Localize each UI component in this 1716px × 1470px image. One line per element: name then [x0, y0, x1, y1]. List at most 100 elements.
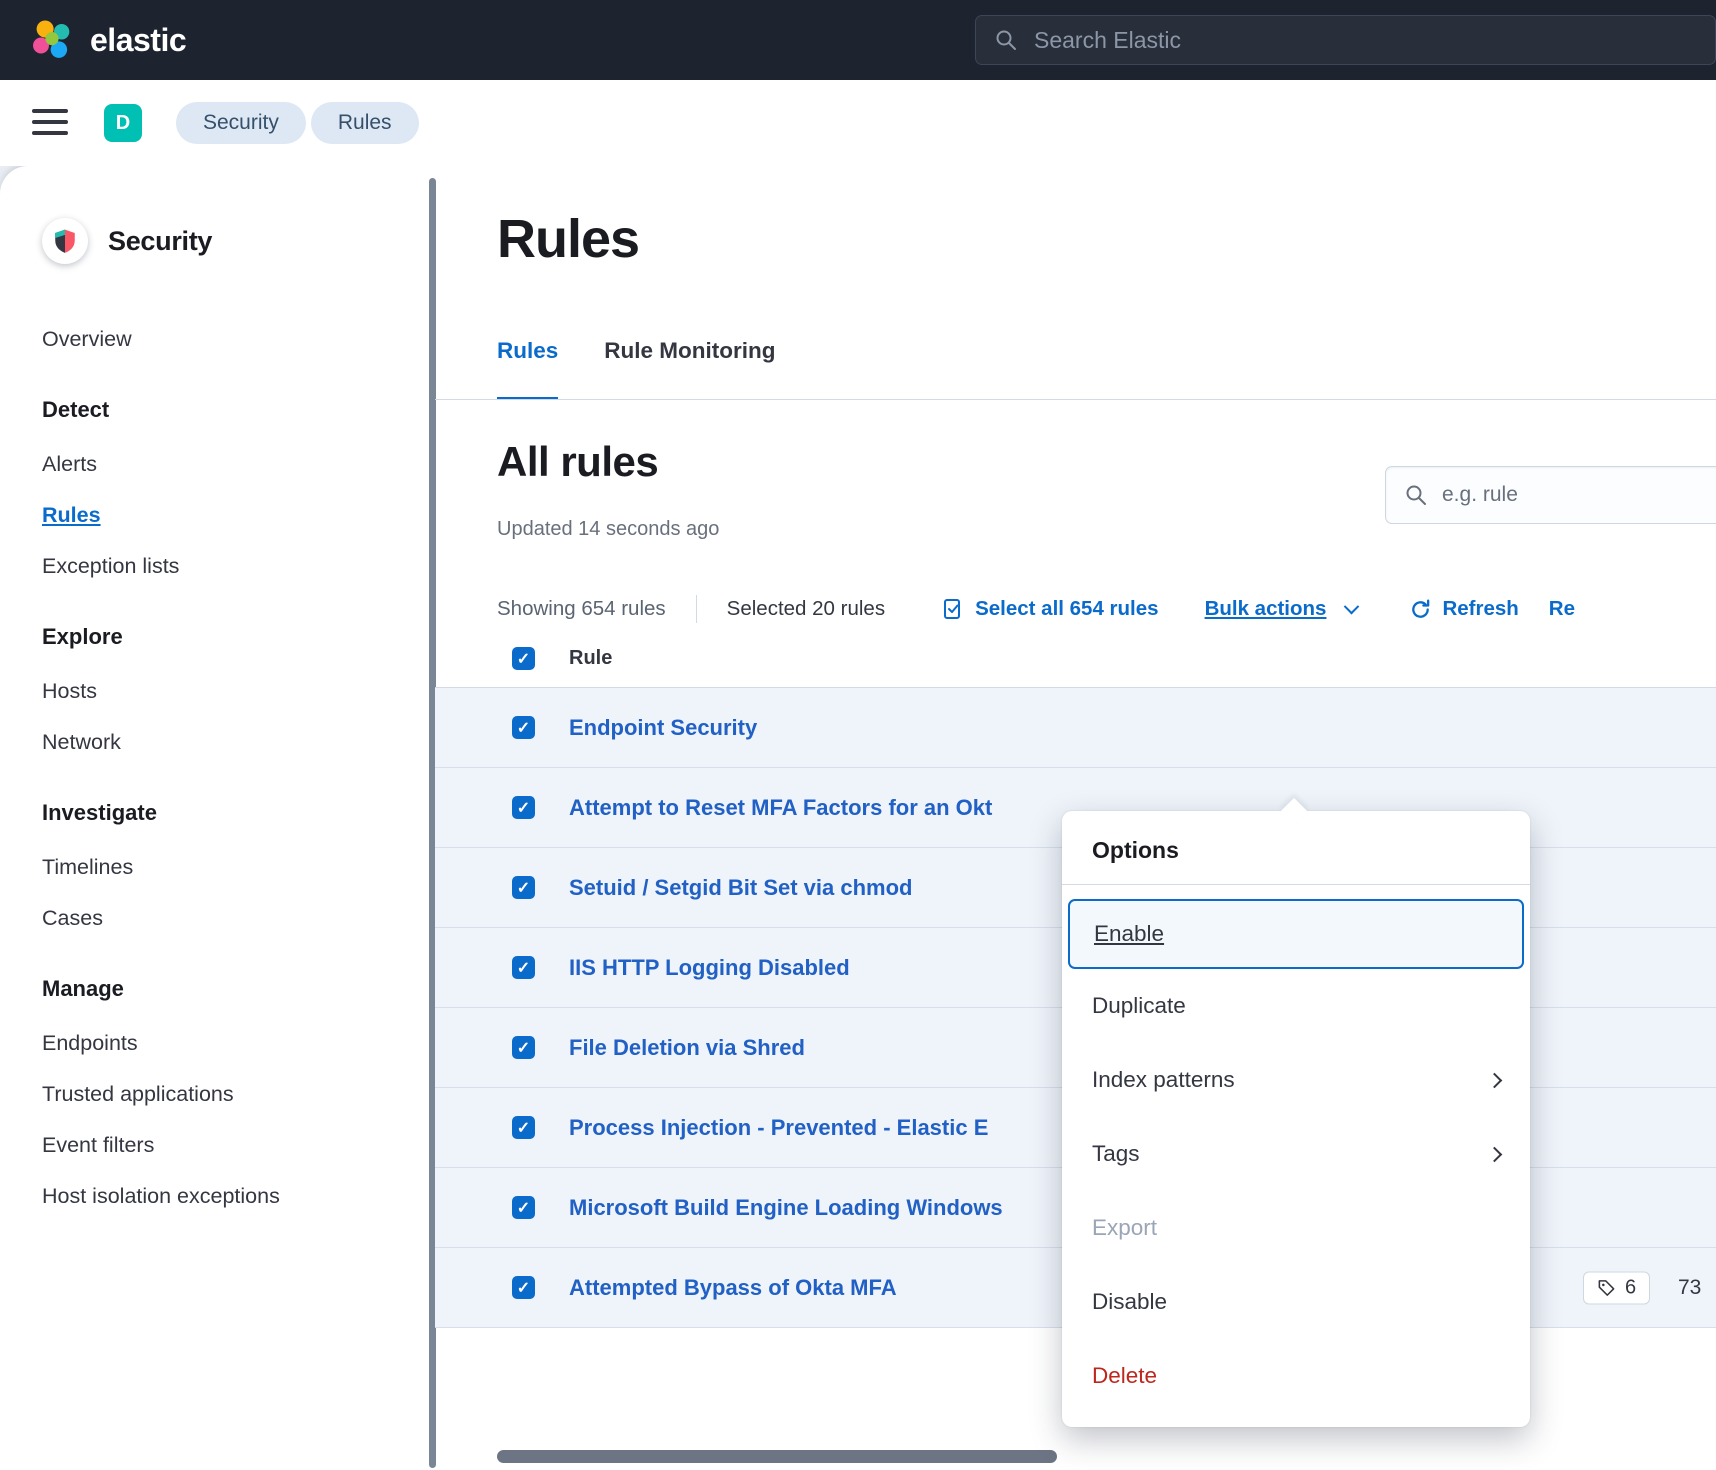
global-search[interactable] — [975, 15, 1716, 65]
rule-link[interactable]: Process Injection - Prevented - Elastic … — [569, 1115, 988, 1141]
elastic-logo-icon — [30, 18, 74, 62]
sidebar-heading-investigate: Investigate — [42, 799, 435, 827]
sidebar-header: Security — [42, 218, 435, 264]
sidebar-item-event-filters[interactable]: Event filters — [42, 1132, 435, 1158]
breadcrumb-security[interactable]: Security — [176, 102, 306, 144]
select-all-label: Select all 654 rules — [975, 597, 1158, 621]
popover-title: Options — [1062, 811, 1530, 885]
menu-item-disable[interactable]: Disable — [1062, 1265, 1530, 1339]
menu-item-export: Export — [1062, 1191, 1530, 1265]
sidebar-item-hosts[interactable]: Hosts — [42, 678, 435, 704]
tabs-divider — [435, 399, 1716, 400]
security-sidebar: Security Overview Detect Alerts Rules Ex… — [0, 166, 435, 1470]
sidebar-heading-explore: Explore — [42, 623, 435, 651]
bulk-actions-popover: Options Enable Duplicate Index patterns … — [1062, 811, 1530, 1427]
rules-toolbar: Showing 654 rules Selected 20 rules Sele… — [497, 591, 1716, 627]
sidebar-item-cases[interactable]: Cases — [42, 905, 435, 931]
chevron-right-icon — [1487, 1072, 1503, 1088]
app-window: elastic D Security Rules — [0, 0, 1716, 1470]
menu-button[interactable] — [32, 109, 68, 135]
menu-item-index-patterns[interactable]: Index patterns — [1062, 1043, 1530, 1117]
refresh-icon — [1409, 598, 1432, 621]
rule-link[interactable]: Microsoft Build Engine Loading Windows — [569, 1195, 1003, 1221]
table-row: ✓ Endpoint Security — [435, 688, 1716, 768]
breadcrumb: Security Rules — [176, 102, 419, 144]
menu-item-label: Enable — [1094, 921, 1164, 947]
brand[interactable]: elastic — [30, 0, 186, 80]
sidebar-item-trusted-applications[interactable]: Trusted applications — [42, 1081, 435, 1107]
toolbar-divider — [696, 595, 697, 623]
sidebar-heading-detect: Detect — [42, 396, 435, 424]
sidebar-item-overview[interactable]: Overview — [42, 326, 435, 352]
global-header: elastic — [0, 0, 1716, 80]
menu-item-label: Tags — [1092, 1141, 1140, 1167]
search-icon — [994, 28, 1018, 52]
chevron-down-icon — [1344, 598, 1360, 614]
tags-badge: 6 — [1583, 1271, 1650, 1304]
table-horizontal-scrollbar[interactable] — [497, 1450, 1057, 1463]
page-panel: Security Overview Detect Alerts Rules Ex… — [0, 166, 1716, 1470]
brand-wordmark: elastic — [90, 22, 186, 59]
menu-item-tags[interactable]: Tags — [1062, 1117, 1530, 1191]
breadcrumb-bar: D Security Rules — [0, 80, 1716, 166]
rule-link[interactable]: IIS HTTP Logging Disabled — [569, 955, 850, 981]
sidebar-item-rules[interactable]: Rules — [42, 502, 435, 528]
refresh-settings-button-cropped[interactable]: Re — [1549, 597, 1575, 621]
updated-timestamp: Updated 14 seconds ago — [497, 518, 719, 541]
all-rules-title: All rules — [497, 438, 658, 486]
risk-score: 73 — [1678, 1276, 1701, 1300]
tab-rule-monitoring[interactable]: Rule Monitoring — [604, 338, 775, 400]
row-checkbox[interactable]: ✓ — [512, 956, 535, 979]
row-checkbox[interactable]: ✓ — [512, 716, 535, 739]
menu-item-label: Delete — [1092, 1363, 1157, 1389]
rule-search[interactable] — [1385, 466, 1716, 524]
row-checkbox[interactable]: ✓ — [512, 1116, 535, 1139]
page-tabs: Rules Rule Monitoring — [497, 338, 776, 400]
rule-link[interactable]: File Deletion via Shred — [569, 1035, 805, 1061]
page-title: Rules — [497, 208, 639, 270]
sidebar-item-host-isolation-exceptions[interactable]: Host isolation exceptions — [42, 1183, 435, 1209]
chevron-right-icon — [1487, 1146, 1503, 1162]
sidebar-item-exception-lists[interactable]: Exception lists — [42, 553, 435, 579]
breadcrumb-rules[interactable]: Rules — [311, 102, 419, 144]
table-header-row: ✓ Rule — [435, 630, 1716, 688]
menu-item-enable[interactable]: Enable — [1068, 899, 1524, 969]
tags-count: 6 — [1625, 1276, 1636, 1299]
sidebar-item-network[interactable]: Network — [42, 729, 435, 755]
tag-icon — [1597, 1278, 1616, 1297]
global-search-input[interactable] — [1034, 27, 1715, 54]
bulk-actions-button[interactable]: Bulk actions — [1205, 597, 1358, 621]
row-checkbox[interactable]: ✓ — [512, 876, 535, 899]
sidebar-title: Security — [108, 226, 212, 257]
select-all-rules-button[interactable]: Select all 654 rules — [941, 597, 1158, 621]
rule-link[interactable]: Attempt to Reset MFA Factors for an Okt — [569, 795, 992, 821]
rule-link[interactable]: Setuid / Setgid Bit Set via chmod — [569, 875, 913, 901]
sidebar-heading-manage: Manage — [42, 975, 435, 1003]
sidebar-item-alerts[interactable]: Alerts — [42, 451, 435, 477]
menu-item-duplicate[interactable]: Duplicate — [1062, 969, 1530, 1043]
row-checkbox[interactable]: ✓ — [512, 796, 535, 819]
tab-rules[interactable]: Rules — [497, 338, 558, 400]
security-app-icon — [42, 218, 88, 264]
menu-item-label: Duplicate — [1092, 993, 1186, 1019]
select-all-checkbox[interactable]: ✓ — [512, 647, 535, 670]
refresh-label: Refresh — [1442, 597, 1518, 621]
search-icon — [1404, 483, 1428, 507]
sidebar-item-timelines[interactable]: Timelines — [42, 854, 435, 880]
rule-search-input[interactable] — [1442, 483, 1716, 507]
bulk-actions-menu: Enable Duplicate Index patterns Tags Exp… — [1062, 885, 1530, 1427]
menu-item-label: Disable — [1092, 1289, 1167, 1315]
rule-column-header: Rule — [569, 647, 612, 670]
rule-link[interactable]: Endpoint Security — [569, 715, 757, 741]
row-checkbox[interactable]: ✓ — [512, 1036, 535, 1059]
showing-count: Showing 654 rules — [497, 597, 666, 621]
menu-item-delete[interactable]: Delete — [1062, 1339, 1530, 1413]
space-avatar[interactable]: D — [104, 104, 142, 142]
refresh-button[interactable]: Refresh — [1409, 597, 1518, 621]
row-checkbox[interactable]: ✓ — [512, 1196, 535, 1219]
sidebar-item-endpoints[interactable]: Endpoints — [42, 1030, 435, 1056]
select-all-icon — [941, 597, 965, 621]
menu-item-label: Index patterns — [1092, 1067, 1235, 1093]
rule-link[interactable]: Attempted Bypass of Okta MFA — [569, 1275, 897, 1301]
row-checkbox[interactable]: ✓ — [512, 1276, 535, 1299]
